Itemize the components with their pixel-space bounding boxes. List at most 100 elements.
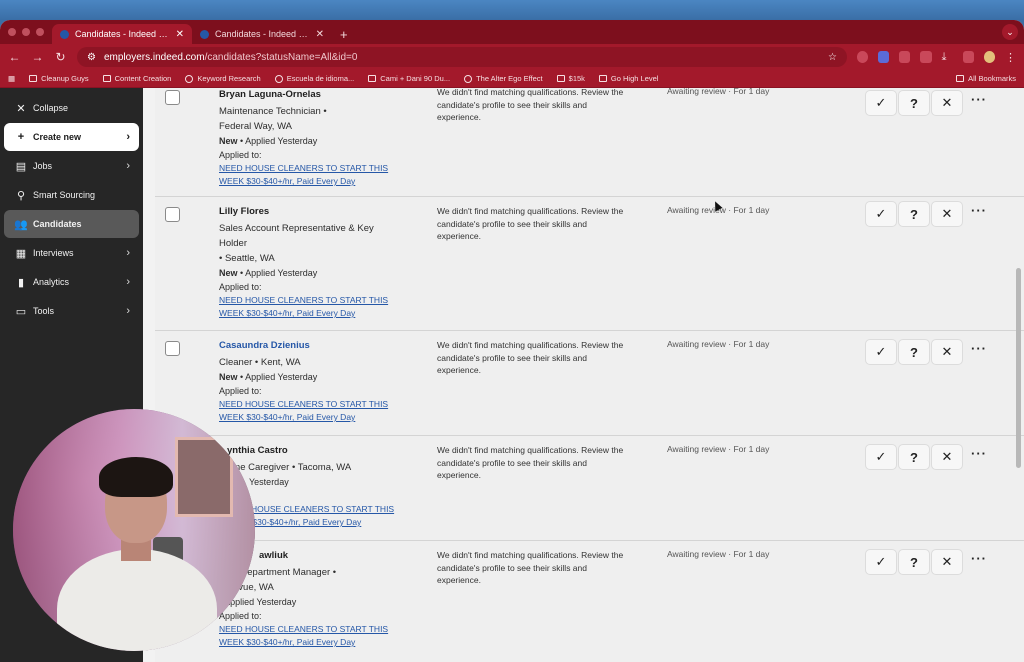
indeed-favicon-icon <box>200 29 209 39</box>
row-checkbox[interactable] <box>165 341 180 356</box>
candidate-name[interactable]: Bryan Laguna-Ornelas <box>219 88 419 101</box>
indeed-favicon-icon <box>60 29 69 39</box>
collapse-button[interactable]: ✕ Collapse <box>4 94 139 122</box>
check-icon[interactable]: ✓ <box>865 201 897 227</box>
calendar-icon: ▦ <box>15 247 27 260</box>
reject-icon[interactable]: ✕ <box>931 444 963 470</box>
table-row[interactable]: Lilly Flores Sales Account Representativ… <box>155 197 1024 331</box>
bookmark-item[interactable]: The Alter Ego Effect <box>464 74 543 83</box>
bookmark-item[interactable]: Cami + Dani 90 Du... <box>368 74 450 83</box>
row-actions: ✓ ? ✕ <box>865 90 964 116</box>
bookmark-item[interactable]: $15k <box>556 74 585 83</box>
all-bookmarks[interactable]: All Bookmarks <box>956 74 1016 83</box>
more-options-icon[interactable]: ··· <box>971 92 987 107</box>
create-new-button[interactable]: + Create new › <box>4 123 139 151</box>
reload-icon[interactable]: ↻ <box>54 50 67 64</box>
qualifications-text: We didn't find matching qualifications. … <box>437 340 624 375</box>
row-actions: ✓ ? ✕ <box>865 444 964 470</box>
bookmark-item[interactable]: Escuela de idioma... <box>274 74 354 83</box>
maybe-icon[interactable]: ? <box>898 339 930 365</box>
candidate-status: New • Applied Yesterday <box>219 136 318 146</box>
reject-icon[interactable]: ✕ <box>931 201 963 227</box>
tab-candidates-active[interactable]: Candidates - Indeed for Empl ✕ <box>52 24 192 44</box>
sidebar-item-smart-sourcing[interactable]: ⚲ Smart Sourcing <box>4 181 139 209</box>
close-tab-icon[interactable]: ✕ <box>176 29 184 40</box>
desktop-background <box>0 0 1024 20</box>
chevron-right-icon: › <box>126 131 130 143</box>
download-icon[interactable]: ⤓ <box>942 51 953 63</box>
reject-icon[interactable]: ✕ <box>931 339 963 365</box>
check-icon[interactable]: ✓ <box>865 549 897 575</box>
more-options-icon[interactable]: ··· <box>971 341 987 356</box>
apps-icon[interactable]: ▦ <box>8 74 15 83</box>
bookmark-icon <box>185 74 194 83</box>
applied-label: Applied to: <box>219 386 262 396</box>
sidebar-item-interviews[interactable]: ▦ Interviews › <box>4 239 139 267</box>
sidebar-item-candidates[interactable]: 👥 Candidates <box>4 210 139 238</box>
forward-icon[interactable]: → <box>31 50 44 64</box>
scrollbar[interactable] <box>1016 268 1021 468</box>
candidate-title: Cleaner • Kent, WA <box>219 357 301 368</box>
reject-icon[interactable]: ✕ <box>931 549 963 575</box>
check-icon[interactable]: ✓ <box>865 339 897 365</box>
maybe-icon[interactable]: ? <box>898 444 930 470</box>
candidate-info: Bryan Laguna-Ornelas Maintenance Technic… <box>219 88 419 188</box>
check-icon[interactable]: ✓ <box>865 444 897 470</box>
candidate-info: Lilly Flores Sales Account Representativ… <box>219 205 419 320</box>
job-link[interactable]: NEED HOUSE CLEANERS TO START THIS WEEK $3… <box>219 294 419 320</box>
site-info-icon[interactable]: ⚙ <box>87 52 96 63</box>
bar-chart-icon: ▮ <box>17 276 25 289</box>
bookmark-star-icon[interactable]: ☆ <box>828 52 837 63</box>
bookmark-item[interactable]: Content Creation <box>102 74 171 83</box>
bookmark-icon <box>556 75 565 82</box>
extension-icon[interactable] <box>962 51 974 63</box>
window-controls[interactable] <box>4 20 52 44</box>
address-bar[interactable]: ⚙ employers.indeed.com/candidates?status… <box>77 47 847 67</box>
briefcase-icon: ▤ <box>15 160 27 173</box>
table-row[interactable]: awliuk s Department Manager • evue, WA •… <box>155 541 1024 662</box>
candidate-name[interactable]: Lilly Flores <box>219 205 419 218</box>
sidebar-item-tools[interactable]: ▭ Tools › <box>4 297 139 325</box>
maybe-icon[interactable]: ? <box>898 549 930 575</box>
reject-icon[interactable]: ✕ <box>931 90 963 116</box>
sidebar-item-jobs[interactable]: ▤ Jobs › <box>4 152 139 180</box>
maybe-icon[interactable]: ? <box>898 201 930 227</box>
more-options-icon[interactable]: ··· <box>971 551 987 566</box>
chevron-right-icon: › <box>126 276 130 288</box>
maybe-icon[interactable]: ? <box>898 90 930 116</box>
extension-icon[interactable] <box>857 51 869 63</box>
puzzle-icon[interactable] <box>920 51 932 63</box>
menu-icon[interactable]: ⋮ <box>1005 51 1016 64</box>
candidate-title: Maintenance Technician • <box>219 106 327 117</box>
extension-icon[interactable] <box>878 51 890 63</box>
job-link[interactable]: NEED HOUSE CLEANERS TO START THIS WEEK $3… <box>219 162 419 188</box>
bookmark-item[interactable]: Cleanup Guys <box>29 74 89 83</box>
sidebar-item-analytics[interactable]: ▮ Analytics › <box>4 268 139 296</box>
more-options-icon[interactable]: ··· <box>971 203 987 218</box>
folder-icon <box>29 75 38 82</box>
table-row[interactable]: Casaundra Dzienius Cleaner • Kent, WA Ne… <box>155 331 1024 436</box>
table-row[interactable]: ynthia Castro ome Caregiver • Tacoma, WA… <box>155 436 1024 541</box>
tab-search-icon[interactable]: ⌄ <box>1002 24 1018 40</box>
person-search-icon: ⚲ <box>16 189 26 202</box>
browser-toolbar: ← → ↻ ⚙ employers.indeed.com/candidates?… <box>0 44 1024 70</box>
close-tab-icon[interactable]: ✕ <box>316 29 324 40</box>
candidate-name[interactable]: Casaundra Dzienius <box>219 339 419 352</box>
webcam-person-hair <box>99 457 173 497</box>
bookmark-item[interactable]: Keyword Research <box>185 74 261 83</box>
bookmark-item[interactable]: Go High Level <box>598 74 658 83</box>
table-row[interactable]: Bryan Laguna-Ornelas Maintenance Technic… <box>155 88 1024 197</box>
candidate-title: Holder <box>219 238 247 249</box>
tab-candidates[interactable]: Candidates - Indeed for Emp ✕ <box>192 24 332 44</box>
extension-icon[interactable] <box>899 51 911 63</box>
more-options-icon[interactable]: ··· <box>971 446 987 461</box>
check-icon[interactable]: ✓ <box>865 90 897 116</box>
profile-avatar[interactable] <box>983 51 995 63</box>
chevron-right-icon: › <box>126 160 130 172</box>
new-tab-icon[interactable]: + <box>332 24 356 44</box>
row-checkbox[interactable] <box>165 207 180 222</box>
candidates-list: Bryan Laguna-Ornelas Maintenance Technic… <box>143 88 1024 662</box>
back-icon[interactable]: ← <box>8 50 21 64</box>
tab-title: Candidates - Indeed for Empl <box>75 29 170 39</box>
row-checkbox[interactable] <box>165 90 180 105</box>
